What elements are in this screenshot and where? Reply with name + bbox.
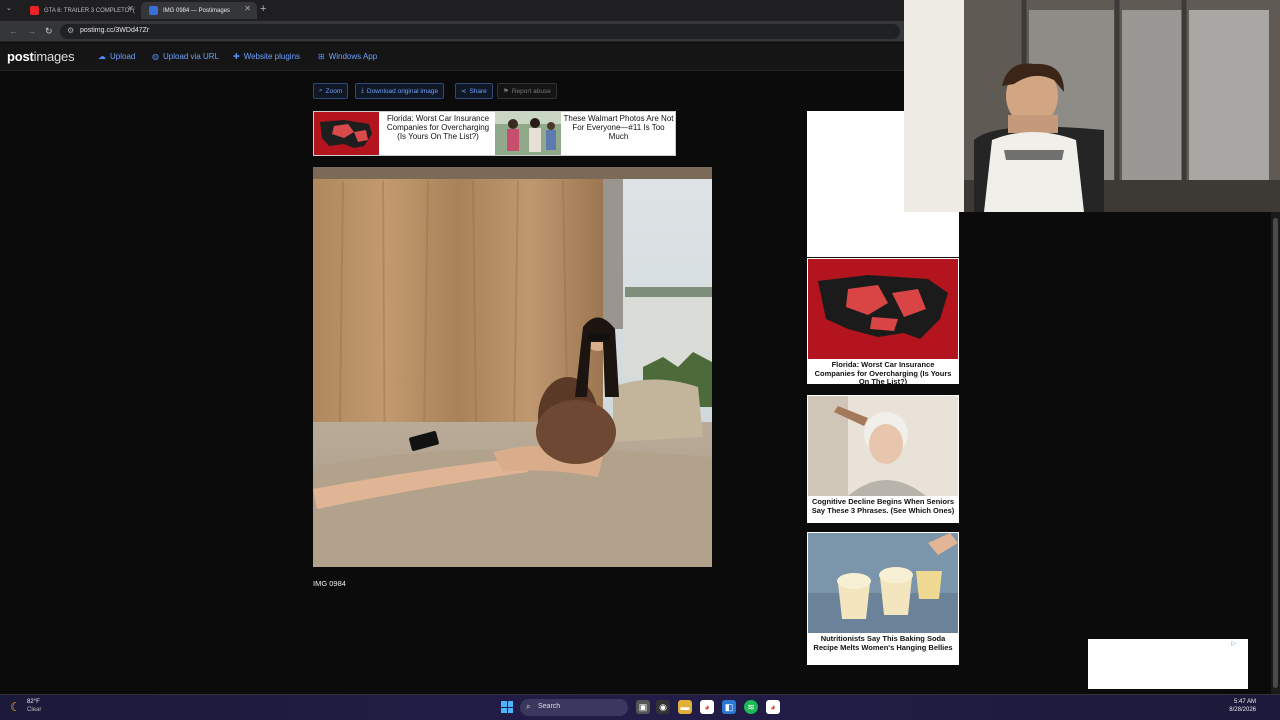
tab-youtube[interactable]: GTA 6: TRAILER 3 COMPLETO! ( ✕ xyxy=(22,2,140,19)
image-caption: IMG 0984 xyxy=(313,579,346,588)
task-view-icon[interactable]: ▣ xyxy=(636,700,650,714)
webcam-overlay xyxy=(904,0,1280,212)
us-map-ad-image xyxy=(314,112,379,155)
postimages-logo[interactable]: postimages xyxy=(7,49,75,64)
cloud-upload-icon: ☁ xyxy=(98,52,106,61)
moon-weather-icon[interactable]: ☾ xyxy=(10,700,21,714)
download-icon: ⤓ xyxy=(361,87,364,94)
flag-icon: ⚑ xyxy=(503,88,509,95)
windows-taskbar: ☾ 82°F Clear ⌕ Search ▣ ◉ ▬ ◕ ◧ ≋ ◕ 5:47… xyxy=(0,694,1280,720)
right-ad-title[interactable]: Florida: Worst Car Insurance Companies f… xyxy=(807,360,959,389)
report-label: Report abuse xyxy=(511,87,551,95)
report-abuse-button[interactable]: ⚑ Report abuse xyxy=(497,83,557,99)
forward-icon[interactable]: → xyxy=(27,26,36,36)
file-explorer-icon[interactable]: ▬ xyxy=(678,700,692,714)
page-scrollbar[interactable] xyxy=(1271,212,1280,694)
tab-postimages[interactable]: IMG 0984 — Postimages ✕ xyxy=(141,2,257,19)
close-icon[interactable]: ✕ xyxy=(127,4,134,13)
postimages-icon xyxy=(149,6,158,15)
taskbar-search-label: Search xyxy=(538,703,561,710)
start-button[interactable] xyxy=(501,701,513,713)
url-text[interactable]: postimg.cc/3WDd47Zr xyxy=(80,27,149,34)
corner-ad-placeholder[interactable]: ▷ xyxy=(1088,639,1248,689)
search-icon: ⌕ xyxy=(319,87,323,94)
adchoices-icon[interactable]: ▷ xyxy=(1231,640,1236,647)
nav-upload[interactable]: ☁ Upload xyxy=(98,52,135,61)
close-icon[interactable]: ✕ xyxy=(244,4,251,13)
main-image[interactable] xyxy=(313,167,712,567)
nav-upload-label: Upload xyxy=(110,52,136,61)
windows-icon: ⊞ xyxy=(318,52,325,61)
nav-plugins-label: Website plugins xyxy=(243,52,301,61)
right-ad-title[interactable]: Nutritionists Say This Baking Soda Recip… xyxy=(807,634,959,654)
nav-upload-url-label: Upload via URL xyxy=(162,52,220,61)
streamer-webcam-feed xyxy=(904,0,1280,212)
nav-website-plugins[interactable]: ✚ Website plugins xyxy=(233,52,300,61)
youtube-icon xyxy=(30,6,39,15)
clock-date[interactable]: 8/28/2026 xyxy=(1229,707,1256,713)
right-ad-baking-soda[interactable]: Nutritionists Say This Baking Soda Recip… xyxy=(807,532,959,665)
nav-windows-label: Windows App xyxy=(328,52,378,61)
download-label: Download original image xyxy=(366,87,439,95)
tab-title: IMG 0984 — Postimages xyxy=(163,7,231,14)
top-ad-right-text[interactable]: These Walmart Photos Are Not For Everyon… xyxy=(562,114,675,141)
chrome-icon[interactable]: ◕ xyxy=(700,700,714,714)
nav-windows-app[interactable]: ⊞ Windows App xyxy=(318,52,377,61)
uploaded-photo xyxy=(313,167,712,567)
zoom-button[interactable]: ⌕ Zoom xyxy=(313,83,349,99)
spotify-icon[interactable]: ≋ xyxy=(744,700,758,714)
dessert-cups-ad-image xyxy=(808,533,958,633)
logo-bold: post xyxy=(7,49,34,64)
globe-icon: ◍ xyxy=(152,52,159,61)
taskbar-search[interactable]: ⌕ Search xyxy=(520,699,628,716)
chrome-active-icon[interactable]: ◕ xyxy=(766,700,780,714)
weather-description[interactable]: Clear xyxy=(27,707,41,713)
site-info-icon[interactable]: ⚙ xyxy=(67,26,74,35)
back-icon[interactable]: ← xyxy=(9,26,18,36)
download-original-button[interactable]: ⤓ Download original image xyxy=(355,83,445,99)
right-ad-cognitive[interactable]: Cognitive Decline Begins When Seniors Sa… xyxy=(807,395,959,523)
weather-temperature[interactable]: 82°F xyxy=(27,699,40,705)
walmart-photos-ad-image xyxy=(495,112,561,155)
logo-light: images xyxy=(33,49,75,64)
nav-upload-via-url[interactable]: ◍ Upload via URL xyxy=(152,52,219,61)
tab-title: GTA 6: TRAILER 3 COMPLETO! ( xyxy=(44,7,135,14)
share-label: Share xyxy=(469,87,487,95)
new-tab-button[interactable]: + xyxy=(260,3,266,15)
share-button[interactable]: ⋖ Share xyxy=(455,83,493,99)
scrollbar-thumb[interactable] xyxy=(1273,218,1278,688)
puzzle-icon: ✚ xyxy=(233,52,240,61)
top-ad-banner[interactable]: Florida: Worst Car Insurance Companies f… xyxy=(313,111,676,156)
clock-time[interactable]: 5:47 AM xyxy=(1234,699,1256,705)
store-icon[interactable]: ◧ xyxy=(722,700,736,714)
obs-icon[interactable]: ◉ xyxy=(656,700,670,714)
us-map-ad-image xyxy=(808,259,958,359)
senior-woman-ad-image xyxy=(808,396,958,496)
right-ad-insurance[interactable]: Florida: Worst Car Insurance Companies f… xyxy=(807,258,959,386)
top-ad-left-text[interactable]: Florida: Worst Car Insurance Companies f… xyxy=(382,114,494,141)
url-field[interactable]: ⚙ postimg.cc/3WDd47Zr xyxy=(60,24,900,39)
reload-icon[interactable]: ↻ xyxy=(45,26,53,37)
zoom-label: Zoom xyxy=(325,87,343,95)
search-icon: ⌕ xyxy=(526,702,531,711)
right-ad-title[interactable]: Cognitive Decline Begins When Seniors Sa… xyxy=(807,497,959,517)
tab-search-chevron-icon[interactable]: ⌄ xyxy=(6,4,12,12)
share-icon: ⋖ xyxy=(461,88,467,95)
